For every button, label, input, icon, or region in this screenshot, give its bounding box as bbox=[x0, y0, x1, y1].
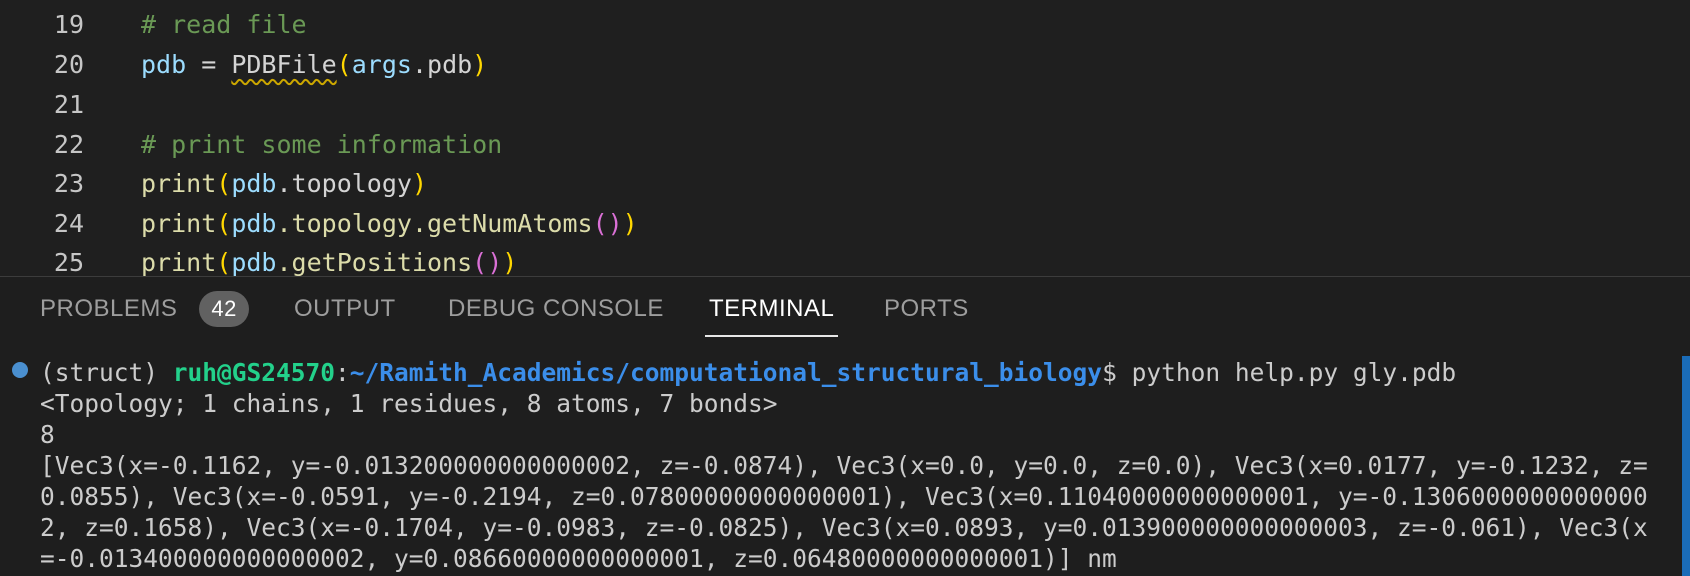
code-bracket: ) bbox=[472, 49, 488, 79]
code-editor[interactable]: 19 # read file 20 pdb = PDBFile(args.pdb… bbox=[0, 0, 1690, 276]
code-line: 19 # read file bbox=[0, 4, 1690, 44]
line-number: 24 bbox=[53, 208, 84, 238]
tab-problems[interactable]: PROBLEMS 42 bbox=[40, 277, 249, 341]
tab-terminal[interactable]: TERMINAL bbox=[704, 277, 839, 341]
terminal-line: 2, z=0.1658), Vec3(x=-0.1704, y=-0.0983,… bbox=[40, 513, 1648, 542]
code-line: 23 print(pdb.topology) bbox=[0, 163, 1690, 203]
tab-ports[interactable]: PORTS bbox=[884, 277, 969, 341]
code-method: .getPositions bbox=[276, 247, 473, 277]
code-bracket: ( bbox=[216, 168, 232, 198]
problems-count-badge: 42 bbox=[199, 291, 249, 327]
code-bracket: ) bbox=[502, 247, 518, 277]
code-attribute: pdb bbox=[427, 49, 473, 79]
terminal-line: <Topology; 1 chains, 1 residues, 8 atoms… bbox=[40, 389, 778, 418]
code-operator: = bbox=[186, 49, 232, 79]
code-variable: pdb bbox=[231, 168, 277, 198]
code-attribute: .topology bbox=[276, 168, 412, 198]
tab-debug-console[interactable]: DEBUG CONSOLE bbox=[448, 277, 664, 341]
code-variable: pdb bbox=[231, 247, 277, 277]
terminal-line: 0.0855), Vec3(x=-0.0591, y=-0.2194, z=0.… bbox=[40, 482, 1648, 511]
terminal-prompt-line: (struct) ruh@GS24570:~/Ramith_Academics/… bbox=[40, 357, 1680, 388]
code-bracket: ) bbox=[411, 168, 428, 198]
code-comment: # read file bbox=[141, 9, 307, 39]
code-method: .topology.getNumAtoms bbox=[276, 208, 593, 238]
code-bracket: ) bbox=[622, 208, 638, 238]
line-number: 25 bbox=[53, 247, 84, 277]
line-number: 22 bbox=[53, 129, 84, 159]
terminal-line: 8 bbox=[40, 420, 55, 449]
code-line: 21 bbox=[0, 84, 1690, 124]
tab-label: DEBUG CONSOLE bbox=[448, 295, 664, 322]
code-bracket: ( bbox=[216, 247, 232, 277]
tab-label: PROBLEMS bbox=[40, 295, 178, 322]
code-variable: args bbox=[351, 49, 412, 79]
code-function: print bbox=[141, 168, 217, 198]
code-comment: # print some information bbox=[141, 129, 503, 159]
code-line: 25 print(pdb.getPositions()) bbox=[0, 242, 1690, 277]
code-line: 20 pdb = PDBFile(args.pdb) bbox=[0, 44, 1690, 84]
code-variable: pdb bbox=[141, 49, 187, 79]
code-bracket: () bbox=[472, 247, 503, 277]
code-class-warning[interactable]: PDBFile bbox=[231, 50, 336, 79]
terminal-line: [Vec3(x=-0.1162, y=-0.013200000000000002… bbox=[40, 451, 1648, 480]
tab-label: PORTS bbox=[884, 295, 969, 322]
tab-label: OUTPUT bbox=[294, 295, 396, 322]
code-bracket: ( bbox=[216, 208, 232, 238]
line-number: 21 bbox=[53, 89, 84, 119]
line-number: 20 bbox=[53, 49, 84, 79]
terminal-line: =-0.013400000000000002, y=0.086600000000… bbox=[40, 544, 1117, 573]
prompt-user: ruh@GS24570 bbox=[172, 358, 336, 387]
code-function: print bbox=[141, 247, 217, 277]
prompt-command: $ python help.py gly.pdb bbox=[1102, 358, 1457, 387]
terminal-output[interactable]: (struct) ruh@GS24570:~/Ramith_Academics/… bbox=[40, 357, 1680, 574]
panel-tabs: PROBLEMS 42 OUTPUT DEBUG CONSOLE TERMINA… bbox=[0, 277, 1690, 341]
code-line: 24 print(pdb.topology.getNumAtoms()) bbox=[0, 203, 1690, 243]
tab-output[interactable]: OUTPUT bbox=[294, 277, 396, 341]
prompt-path: ~/Ramith_Academics/computational_structu… bbox=[349, 358, 1103, 387]
line-number: 23 bbox=[53, 168, 84, 198]
prompt-separator: : bbox=[335, 358, 350, 387]
prompt-env: (struct) bbox=[40, 358, 173, 387]
code-function: print bbox=[141, 208, 217, 238]
line-number: 19 bbox=[53, 9, 84, 39]
tab-label: TERMINAL bbox=[709, 295, 835, 322]
code-dot: . bbox=[411, 49, 428, 79]
terminal-scrollbar[interactable] bbox=[1682, 356, 1690, 576]
code-line: 22 # print some information bbox=[0, 124, 1690, 164]
code-bracket: () bbox=[592, 208, 623, 238]
code-bracket: ( bbox=[336, 49, 352, 79]
code-variable: pdb bbox=[231, 208, 277, 238]
command-status-icon[interactable] bbox=[12, 362, 28, 378]
